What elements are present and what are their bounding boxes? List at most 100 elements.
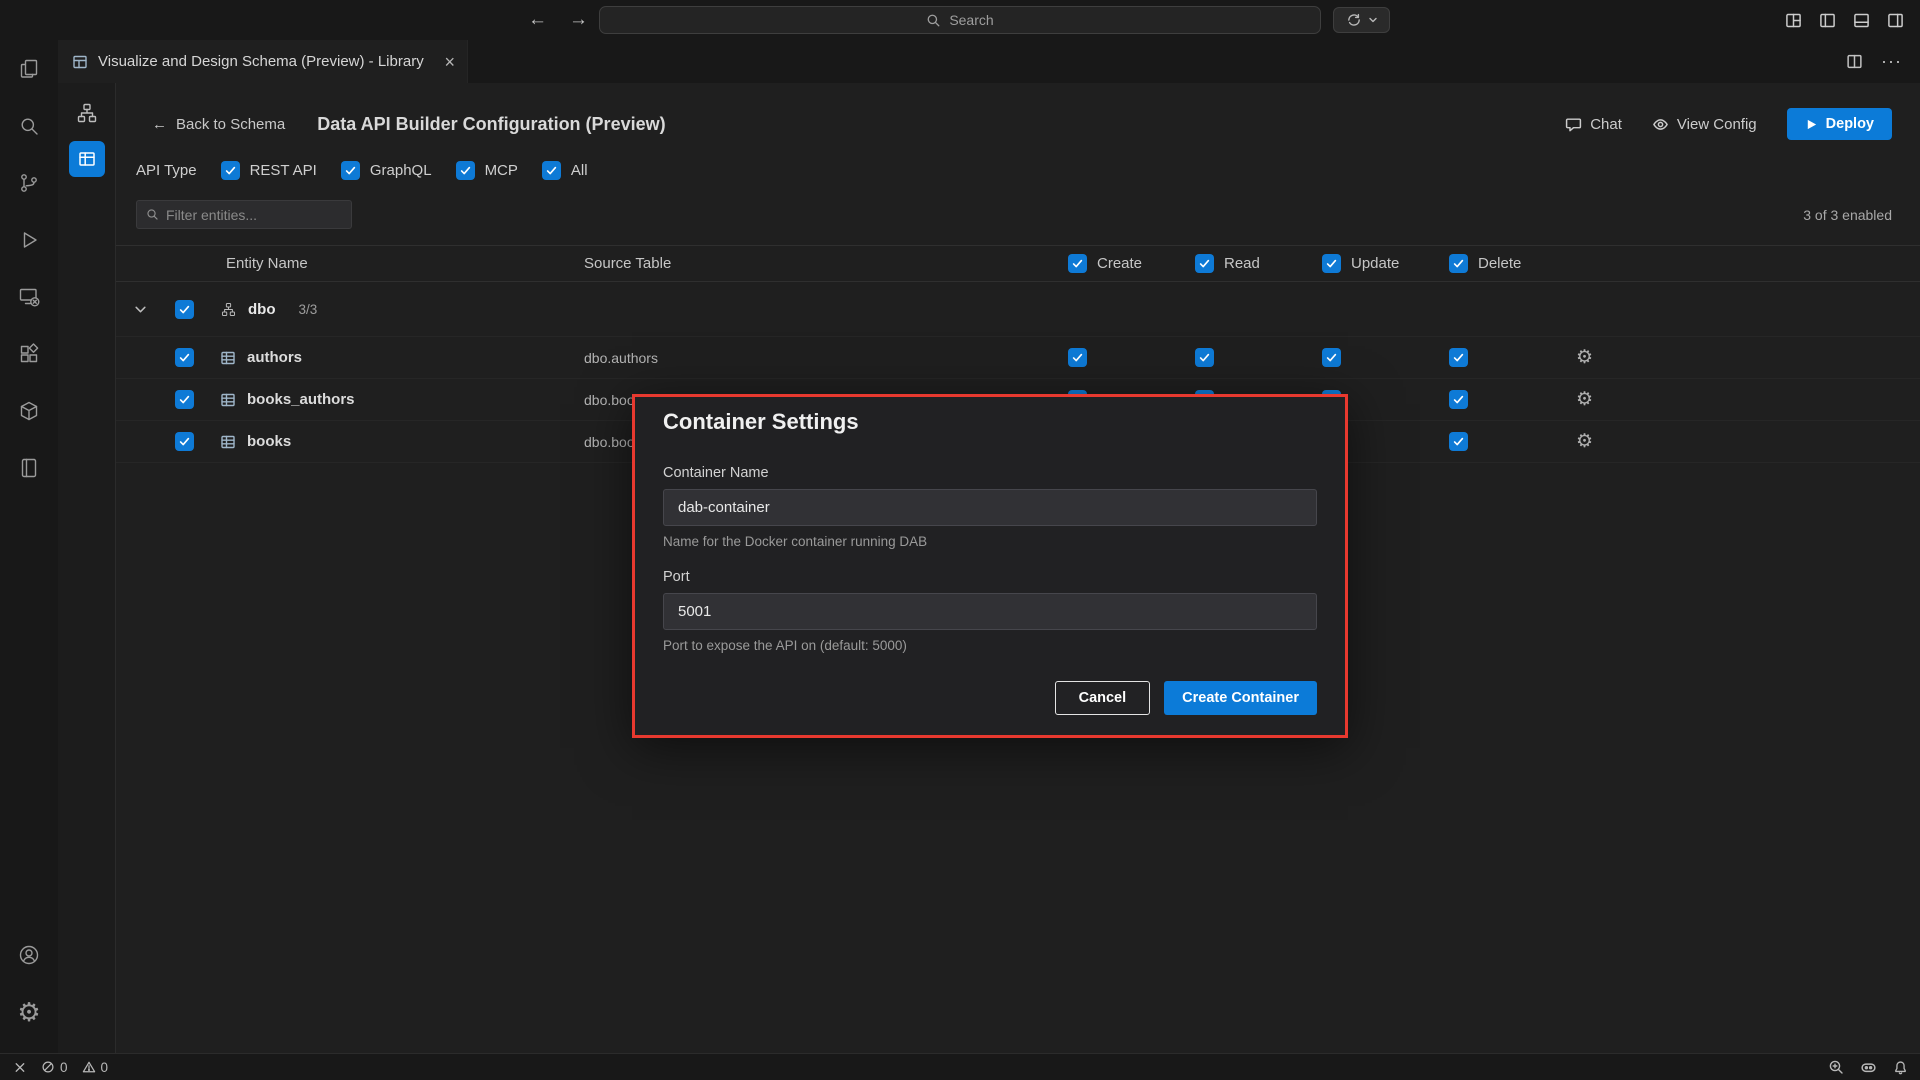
create-container-button[interactable]: Create Container [1164,681,1317,715]
rest-api-label: REST API [250,162,317,179]
toggle-panel-icon[interactable] [1853,12,1870,29]
activity-account[interactable] [5,931,53,979]
row-checkbox[interactable] [175,390,194,409]
filter-entities-field[interactable] [136,200,352,229]
update-all-checkbox[interactable] [1322,254,1341,273]
activity-explorer[interactable] [5,45,53,93]
more-actions-icon[interactable]: ··· [1881,51,1902,72]
row-settings-icon[interactable]: ⚙ [1576,390,1593,409]
toggle-secondary-sidebar-icon[interactable] [1887,12,1904,29]
chat-label: Chat [1590,116,1622,133]
chat-button[interactable]: Chat [1565,116,1622,133]
row-settings-icon[interactable]: ⚙ [1576,432,1593,451]
error-count: 0 [60,1060,68,1075]
activity-notebook[interactable] [5,444,53,492]
port-input[interactable] [663,593,1317,630]
create-label: Create [1097,255,1142,272]
chevron-down-icon [1368,15,1378,25]
schema-name: dbo [248,301,276,318]
toggle-sidebar-icon[interactable] [1819,12,1836,29]
port-help: Port to expose the API on (default: 5000… [663,638,1317,653]
all-checkbox[interactable] [542,161,561,180]
activity-search[interactable] [5,102,53,150]
back-link-label: Back to Schema [176,116,285,133]
editor-actions: ··· [1846,40,1920,83]
history-nav: ← → [528,0,588,40]
activity-database[interactable] [5,387,53,435]
schema-icon [220,301,237,318]
activity-bar: ⚙ [0,40,58,1053]
split-editor-icon[interactable] [1846,53,1863,70]
delete-checkbox[interactable] [1449,390,1468,409]
tab-schema-icon [72,54,88,70]
table-header-row: Entity Name Source Table Create Read [116,245,1920,282]
bell-icon[interactable] [1893,1060,1908,1075]
row-checkbox[interactable] [175,432,194,451]
flow-loop-icon [1346,12,1362,28]
api-type-label: API Type [136,162,197,179]
source-control-icon [17,171,41,195]
session-dropdown[interactable] [1333,7,1390,33]
row-settings-icon[interactable]: ⚙ [1576,348,1593,367]
search-box[interactable]: Search [599,6,1321,34]
copilot-icon[interactable] [1860,1059,1877,1076]
notebook-icon [17,456,41,480]
api-type-graphql: GraphQL [341,161,432,180]
remote-indicator-icon[interactable] [12,1060,27,1075]
update-checkbox[interactable] [1322,348,1341,367]
tab-close-icon[interactable]: × [444,53,455,71]
extensions-icon [17,342,41,366]
customize-layout-icon[interactable] [1785,12,1802,29]
enabled-summary: 3 of 3 enabled [1803,207,1892,223]
history-forward-icon[interactable]: → [569,9,588,31]
column-read: Read [1195,254,1322,273]
editor-tab-bar: Visualize and Design Schema (Preview) - … [58,40,1920,83]
filter-search-icon [146,208,159,221]
container-name-label: Container Name [663,465,1317,481]
mcp-label: MCP [485,162,518,179]
history-back-icon[interactable]: ← [528,9,547,31]
api-type-mcp: MCP [456,161,518,180]
container-settings-modal: Container Settings Container Name Name f… [632,394,1348,738]
back-to-schema-link[interactable]: ← Back to Schema [152,116,285,133]
delete-checkbox[interactable] [1449,432,1468,451]
tab-title: Visualize and Design Schema (Preview) - … [98,53,424,70]
problems-indicator[interactable]: 0 0 [41,1060,108,1075]
view-config-button[interactable]: View Config [1652,116,1757,133]
header-actions: Chat View Config Deploy [1565,108,1892,140]
create-all-checkbox[interactable] [1068,254,1087,273]
column-entity-name: Entity Name [204,255,584,272]
dab-config-button[interactable] [69,141,105,177]
activity-settings[interactable]: ⚙ [5,988,53,1036]
cancel-button[interactable]: Cancel [1055,681,1151,715]
entity-name: authors [247,349,302,366]
delete-checkbox[interactable] [1449,348,1468,367]
activity-run-debug[interactable] [5,216,53,264]
tab-visualize-schema[interactable]: Visualize and Design Schema (Preview) - … [58,40,468,83]
filter-entities-input[interactable] [166,207,342,223]
activity-extensions[interactable] [5,330,53,378]
eye-icon [1652,116,1669,133]
zoom-icon[interactable] [1828,1059,1844,1075]
read-checkbox[interactable] [1195,348,1214,367]
dbo-group-checkbox[interactable] [175,300,194,319]
activity-source-control[interactable] [5,159,53,207]
page-title: Data API Builder Configuration (Preview) [317,114,665,135]
graphql-checkbox[interactable] [341,161,360,180]
container-name-input[interactable] [663,489,1317,526]
title-bar: ← → Search [0,0,1920,40]
create-checkbox[interactable] [1068,348,1087,367]
deploy-button[interactable]: Deploy [1787,108,1892,140]
entity-name: books [247,433,291,450]
column-delete: Delete [1449,254,1576,273]
status-bar: 0 0 [0,1053,1920,1080]
mcp-checkbox[interactable] [456,161,475,180]
schema-designer-button[interactable] [69,95,105,131]
deploy-label: Deploy [1826,116,1874,132]
delete-all-checkbox[interactable] [1449,254,1468,273]
activity-remote-explorer[interactable] [5,273,53,321]
expand-chevron-icon[interactable] [134,303,147,316]
rest-api-checkbox[interactable] [221,161,240,180]
row-checkbox[interactable] [175,348,194,367]
read-all-checkbox[interactable] [1195,254,1214,273]
